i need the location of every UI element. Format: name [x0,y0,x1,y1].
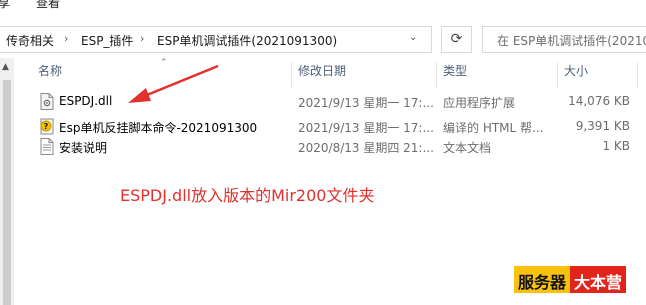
annotation-arrow-icon [128,64,219,103]
watermark-badge: 服务器 大本营 [514,266,627,293]
watermark-left: 服务器 [514,266,571,293]
watermark-right: 大本营 [570,266,627,293]
annotation-text: ESPDJ.dll放入版本的Mir200文件夹 [120,186,375,205]
